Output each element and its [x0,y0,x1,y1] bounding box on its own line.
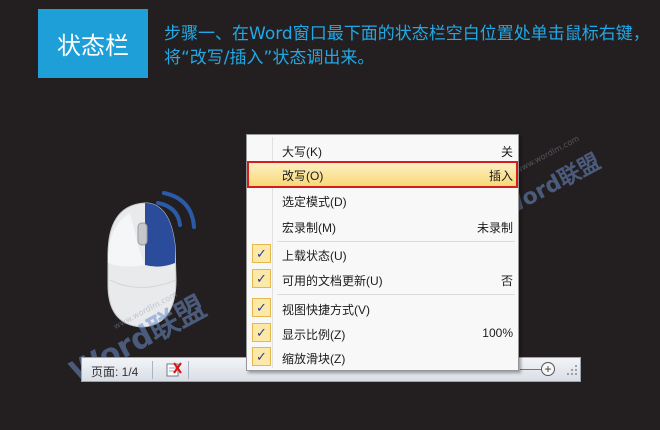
checkmark-icon: ✓ [252,347,271,366]
menu-item-label: 改写(O) [282,169,324,183]
menu-item-zoom-slider[interactable]: ✓ 缩放滑块(Z) [249,346,516,369]
proofing-error-icon[interactable] [164,361,184,379]
zoom-in-icon[interactable]: + [541,362,555,376]
menu-divider [277,241,515,242]
status-separator [152,361,153,379]
menu-item-selection-mode[interactable]: 选定模式(D) [249,189,516,212]
menu-divider [277,294,515,295]
menu-item-value: 否 [500,274,513,288]
menu-item-label: 可用的文档更新(U) [282,274,383,288]
menu-item-value: 插入 [488,169,513,183]
status-bar-context-menu: 大写(K) 关 改写(O) 插入 选定模式(D) 宏录制(M) 未录制 ✓ 上载… [246,134,519,371]
menu-item-label: 大写(K) [282,145,322,159]
instruction-text: 步骤一、在Word窗口最下面的状态栏空白位置处单击鼠标右键，将“改写/插入”状态… [164,24,650,68]
menu-item-value: 100% [482,326,513,340]
menu-item-label: 宏录制(M) [282,221,336,235]
menu-item-view-shortcuts[interactable]: ✓ 视图快捷方式(V) [249,297,516,320]
resize-grip-icon[interactable] [566,364,578,376]
checkmark-icon: ✓ [252,298,271,317]
checkmark-icon: ✓ [252,269,271,288]
menu-item-label: 视图快捷方式(V) [282,303,370,317]
status-separator [188,361,189,379]
menu-item-label: 选定模式(D) [282,195,347,209]
menu-item-label: 缩放滑块(Z) [282,352,346,366]
page-number-indicator[interactable]: 页面: 1/4 [91,363,138,380]
menu-item-macro-recording[interactable]: 宏录制(M) 未录制 [249,215,516,238]
menu-item-value: 关 [500,145,513,159]
menu-item-upload-status[interactable]: ✓ 上载状态(U) [249,243,516,266]
menu-item-caps-lock[interactable]: 大写(K) 关 [249,139,516,162]
menu-item-overtype[interactable]: 改写(O) 插入 [247,161,518,188]
menu-item-label: 显示比例(Z) [282,328,346,342]
menu-item-document-updates[interactable]: ✓ 可用的文档更新(U) 否 [249,268,516,291]
checkmark-icon: ✓ [252,244,271,263]
menu-item-zoom[interactable]: ✓ 显示比例(Z) 100% [249,322,516,345]
menu-item-label: 上载状态(U) [282,249,347,263]
section-badge: 状态栏 [38,9,148,78]
menu-item-value: 未录制 [476,221,513,235]
checkmark-icon: ✓ [252,323,271,342]
